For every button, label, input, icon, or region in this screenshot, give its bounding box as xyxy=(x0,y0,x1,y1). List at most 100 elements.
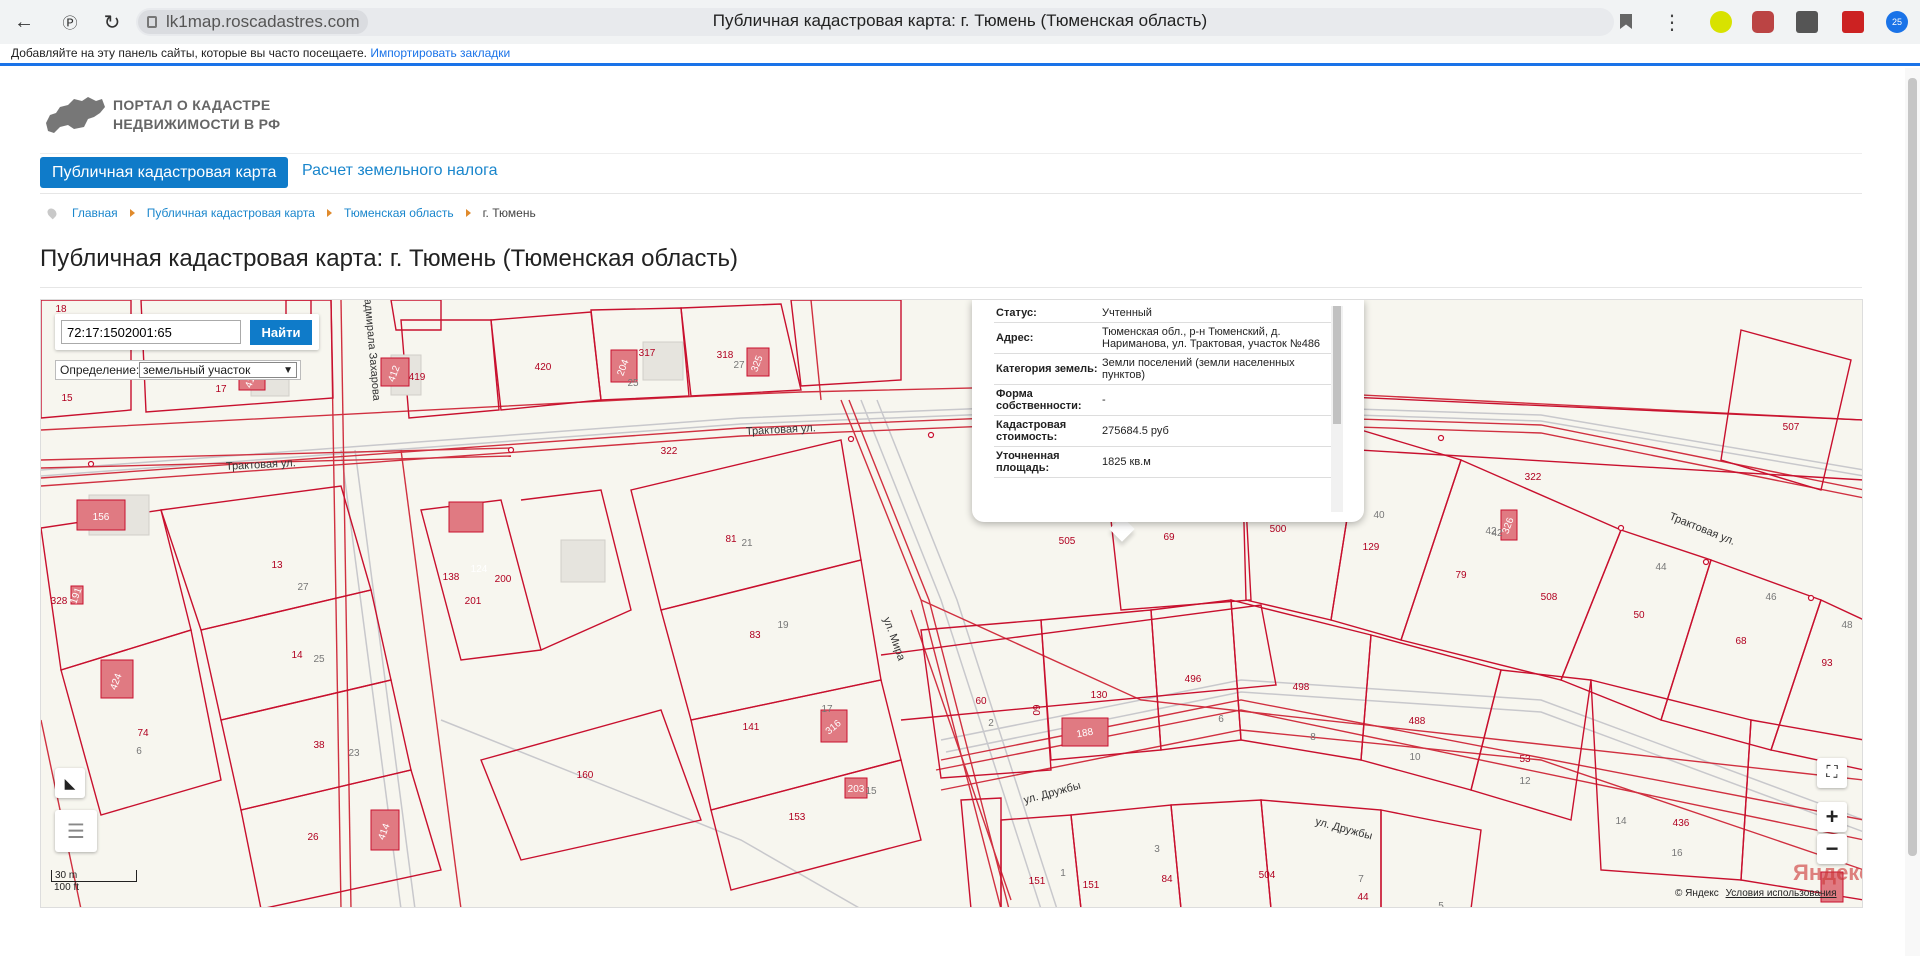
divider xyxy=(40,287,1862,288)
cadastral-number-input[interactable] xyxy=(61,320,241,344)
parcel-label: 328 xyxy=(51,596,68,607)
street-label: Трактовая ул. xyxy=(746,422,816,438)
extension-avatar-icon[interactable] xyxy=(1752,11,1774,33)
building-label: 124 xyxy=(471,564,488,575)
map-scale: 30 m 100 ft xyxy=(51,870,137,893)
parcel-label: 2 xyxy=(988,718,994,729)
parcel-label: 74 xyxy=(137,728,149,739)
parcel-label: 68 xyxy=(1735,636,1747,647)
divider xyxy=(40,153,1862,154)
breadcrumb-region[interactable]: Тюменская область xyxy=(344,206,454,220)
extension-green-icon[interactable] xyxy=(1710,11,1732,33)
parcel-label: 84 xyxy=(1161,874,1173,885)
popup-key: Кадастровая стоимость: xyxy=(994,415,1100,447)
cadastral-map[interactable]: 18 15 17 419 420 317 318 27 25 322 322 3… xyxy=(40,299,1863,908)
breadcrumb-current: г. Тюмень xyxy=(482,206,536,220)
browser-toolbar: ← Ⓟ ↻ lk1map.roscadastres.com Публичная … xyxy=(0,0,1920,44)
parcel-label: 129 xyxy=(1363,542,1380,553)
zoom-in-button[interactable]: + xyxy=(1817,802,1847,832)
portal-logo-text[interactable]: ПОРТАЛ О КАДАСТРЕ НЕДВИЖИМОСТИ В РФ xyxy=(113,96,280,134)
downloads-badge-icon[interactable]: 25 xyxy=(1886,11,1908,33)
street-label: Трактовая ул. xyxy=(226,457,296,473)
chevron-down-icon: ▼ xyxy=(283,365,293,376)
fullscreen-icon[interactable]: ⛶ xyxy=(1817,758,1847,788)
copyright-text: © Яндекс xyxy=(1675,888,1719,899)
parcel-label: 26 xyxy=(307,832,319,843)
tab-public-cadastral-map[interactable]: Публичная кадастровая карта xyxy=(40,157,289,188)
extension-calendar-icon[interactable] xyxy=(1842,11,1864,33)
parcel-label: 6 xyxy=(136,746,142,757)
page-heading: Публичная кадастровая карта: г. Тюмень (… xyxy=(40,245,738,272)
import-bookmarks-link[interactable]: Импортировать закладки xyxy=(370,46,510,60)
parcel-label: 44 xyxy=(1655,562,1667,573)
parcel-label: 496 xyxy=(1185,674,1202,685)
parcel-label: 151 xyxy=(1083,880,1100,891)
search-panel: Найти xyxy=(55,314,319,350)
parcel-label: 317 xyxy=(639,348,656,359)
parcel-label: 488 xyxy=(1409,716,1426,727)
terms-link[interactable]: Условия использования xyxy=(1726,888,1837,899)
popup-key: Категория земель: xyxy=(994,353,1100,385)
page-scrollbar-thumb[interactable] xyxy=(1908,78,1917,856)
parcel-label: 507 xyxy=(1783,422,1800,433)
parcel-label: 48 xyxy=(1841,620,1853,631)
parcel-label: 8 xyxy=(1310,732,1316,743)
parcel-label: 498 xyxy=(1293,682,1310,693)
parcel-label: 3 xyxy=(1154,844,1160,855)
parcel-label: 505 xyxy=(1059,536,1076,547)
parcel-label: 60 xyxy=(975,696,987,707)
yandex-logo: Яндекс xyxy=(1793,860,1862,885)
popup-row: Статус: Учтенный xyxy=(994,304,1338,323)
definition-select[interactable]: земельный участок ▼ xyxy=(139,362,297,378)
street-label: Трактовая ул. xyxy=(1667,511,1736,548)
extension-puzzle-icon[interactable] xyxy=(1796,11,1818,33)
parcel-label: 141 xyxy=(743,722,760,733)
tab-land-tax-calc[interactable]: Расчет земельного налога xyxy=(302,162,498,180)
scale-feet: 100 ft xyxy=(54,882,80,893)
popup-row: Категория земель: Земли поселений (земли … xyxy=(994,353,1338,385)
breadcrumb-map[interactable]: Публичная кадастровая карта xyxy=(147,206,315,220)
parcel-label: 15 xyxy=(61,393,73,404)
parcel-label: 153 xyxy=(789,812,806,823)
building-label: 156 xyxy=(93,512,110,523)
parcel-label: 50 xyxy=(1633,610,1645,621)
breadcrumb-arrow-icon xyxy=(326,209,332,217)
parcel-label: 79 xyxy=(1455,570,1467,581)
popup-row: Форма собственности: - xyxy=(994,384,1338,416)
popup-value: - xyxy=(1100,384,1338,416)
parcel-label: 508 xyxy=(1541,592,1558,603)
parcel-label: 6 xyxy=(1218,714,1224,725)
breadcrumb-home[interactable]: Главная xyxy=(72,206,118,220)
parcel-label: 19 xyxy=(777,620,789,631)
parcel-label: 500 xyxy=(1270,524,1287,535)
parcel-label: 151 xyxy=(1029,876,1046,887)
search-button[interactable]: Найти xyxy=(250,320,312,345)
parcel-label: 322 xyxy=(1525,472,1542,483)
scale-meters: 30 m xyxy=(51,870,137,882)
popup-row: Кадастровая стоимость: 275684.5 руб xyxy=(994,415,1338,447)
layers-icon[interactable]: ☰ xyxy=(55,810,97,852)
map-canvas[interactable]: 18 15 17 419 420 317 318 27 25 322 322 3… xyxy=(41,300,1863,908)
parcel-label: 40 xyxy=(1373,510,1385,521)
parcel-label: 419 xyxy=(409,372,426,383)
popup-scrollbar-thumb[interactable] xyxy=(1333,306,1341,424)
breadcrumb: Главная Публичная кадастровая карта Тюме… xyxy=(45,206,536,220)
parcel-label: 200 xyxy=(495,574,512,585)
parcel-label: 44 xyxy=(1357,892,1369,903)
logo-line-2: НЕДВИЖИМОСТИ В РФ xyxy=(113,116,281,132)
russia-map-logo-icon[interactable] xyxy=(44,93,106,135)
popup-key: Уточненная площадь: xyxy=(994,446,1100,478)
parcel-label: 69 xyxy=(1163,532,1175,543)
popup-key: Форма собственности: xyxy=(994,384,1100,416)
menu-icon[interactable]: ⋮ xyxy=(1662,10,1682,35)
ruler-icon[interactable]: ◣ xyxy=(55,768,85,798)
definition-label: Определение: xyxy=(60,363,140,377)
popup-key: Адрес: xyxy=(994,322,1100,354)
popup-row: Адрес: Тюменская обл., р-н Тюменский, д. … xyxy=(994,322,1338,354)
building-label: 42 xyxy=(1491,528,1503,539)
parcel-label: 25 xyxy=(313,654,325,665)
parcel-label: 13 xyxy=(271,560,283,571)
page-title: Публичная кадастровая карта: г. Тюмень (… xyxy=(712,11,1208,30)
parcel-label: 21 xyxy=(741,538,753,549)
parcel-label: 53 xyxy=(1519,754,1531,765)
